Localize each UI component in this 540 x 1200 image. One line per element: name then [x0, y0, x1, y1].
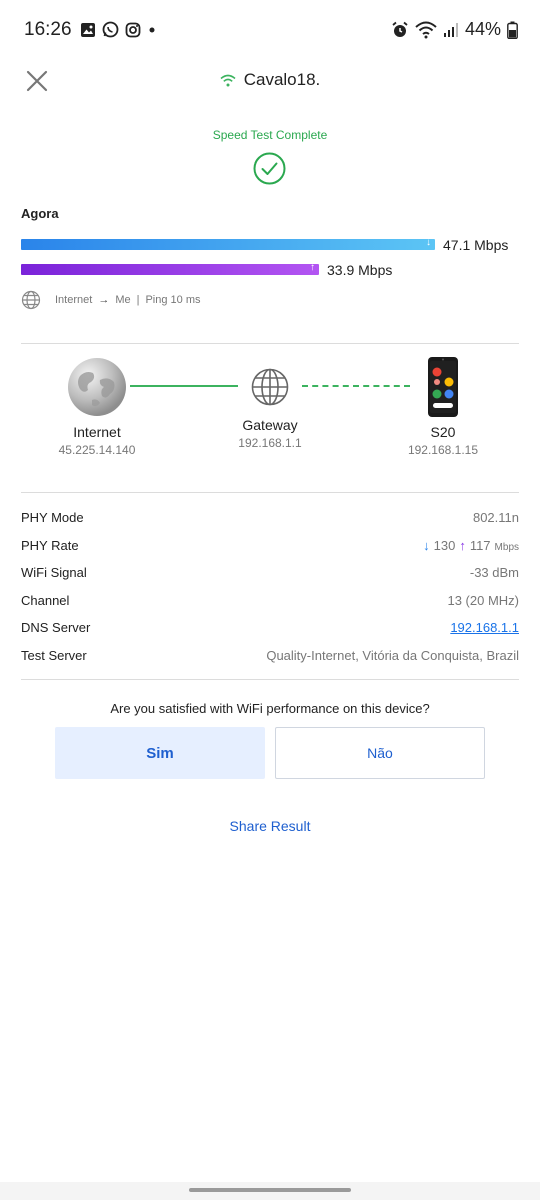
instagram-icon	[125, 22, 141, 37]
node-device: S20 192.168.1.15	[363, 356, 523, 457]
route-to: Me	[115, 294, 131, 306]
wifi-icon	[415, 21, 437, 38]
share-result-link[interactable]: Share Result	[0, 818, 540, 834]
divider	[21, 679, 519, 680]
upload-bar: ↑	[21, 262, 319, 275]
channel-label: Channel	[21, 593, 70, 608]
info-row-phy-rate: PHY Rate ↓ 130 ↑ 117 Mbps	[21, 538, 519, 553]
node-gateway-ip: 192.168.1.1	[238, 436, 302, 450]
channel-value: 13 (20 MHz)	[447, 593, 519, 608]
node-internet-name: Internet	[73, 424, 121, 440]
whatsapp-icon	[102, 21, 119, 38]
download-speed: 47.1 Mbps	[443, 237, 509, 253]
info-row-phy-mode: PHY Mode 802.11n	[21, 510, 519, 525]
node-internet: Internet 45.225.14.140	[17, 356, 177, 457]
wifi-signal-label: WiFi Signal	[21, 565, 87, 580]
phy-rate-value: ↓ 130 ↑ 117 Mbps	[423, 538, 519, 553]
upload-speed: 33.9 Mbps	[327, 262, 393, 278]
no-button[interactable]: Não	[275, 727, 485, 779]
speed-test-status: Speed Test Complete	[212, 128, 328, 142]
download-arrow-icon: ↓	[426, 237, 431, 248]
earth-globe-icon	[68, 358, 126, 416]
node-internet-ip: 45.225.14.140	[58, 443, 136, 457]
signal-icon	[443, 22, 458, 37]
alarm-icon	[392, 21, 408, 37]
arrow-up-icon: ↑	[459, 538, 466, 553]
status-bar: 16:26 44%	[0, 0, 540, 62]
network-name: Cavalo18.	[243, 70, 321, 89]
globe-icon	[21, 290, 41, 310]
dns-server-link[interactable]: 192.168.1.1	[450, 620, 519, 635]
info-row-test-server: Test Server Quality-Internet, Vitória da…	[21, 648, 519, 663]
test-server-label: Test Server	[21, 648, 87, 663]
wifi-signal-value: -33 dBm	[469, 565, 519, 580]
feedback-question: Are you satisfied with WiFi performance …	[110, 701, 430, 716]
check-circle-icon	[253, 152, 286, 185]
node-device-name: S20	[430, 424, 456, 440]
divider	[21, 492, 519, 493]
ping-value: Ping 10 ms	[145, 294, 201, 306]
phy-rate-down: 130	[433, 538, 456, 553]
info-row-channel: Channel 13 (20 MHz)	[21, 593, 519, 608]
test-server-value: Quality-Internet, Vitória da Conquista, …	[266, 648, 519, 663]
node-gateway: Gateway 192.168.1.1	[190, 367, 350, 450]
divider	[21, 343, 519, 344]
info-row-dns-server: DNS Server 192.168.1.1	[21, 620, 519, 635]
phy-mode-label: PHY Mode	[21, 510, 84, 525]
smartphone-icon	[428, 357, 458, 417]
status-notification-icons	[80, 21, 157, 38]
dns-server-label: DNS Server	[21, 620, 91, 635]
download-bar: ↓	[21, 237, 435, 250]
info-row-wifi-signal: WiFi Signal -33 dBm	[21, 565, 519, 580]
route-separator: |	[136, 294, 140, 306]
phy-mode-value: 802.11n	[472, 510, 519, 525]
phy-rate-unit: Mbps	[494, 542, 519, 553]
wifi-icon	[220, 74, 236, 86]
phy-rate-label: PHY Rate	[21, 538, 79, 553]
status-system-icons: 44%	[391, 19, 518, 40]
node-device-ip: 192.168.1.15	[407, 443, 479, 457]
yes-button[interactable]: Sim	[55, 727, 265, 779]
arrow-down-icon: ↓	[423, 538, 430, 553]
home-indicator[interactable]	[189, 1188, 351, 1192]
battery-percent: 44%	[464, 19, 501, 39]
node-gateway-name: Gateway	[242, 417, 298, 433]
gallery-icon	[81, 22, 95, 37]
battery-icon	[507, 21, 518, 39]
route-info: Internet → Me | Ping 10 ms	[21, 290, 200, 310]
dot-icon	[149, 27, 155, 32]
upload-arrow-icon: ↑	[310, 262, 315, 273]
status-time: 16:26	[24, 19, 72, 40]
network-title: Cavalo18.	[0, 70, 540, 90]
arrow-right-icon: →	[98, 294, 110, 306]
section-label-now: Agora	[21, 206, 59, 221]
globe-icon	[251, 368, 289, 406]
route-from: Internet	[55, 294, 93, 306]
phy-rate-up: 117	[469, 538, 491, 553]
